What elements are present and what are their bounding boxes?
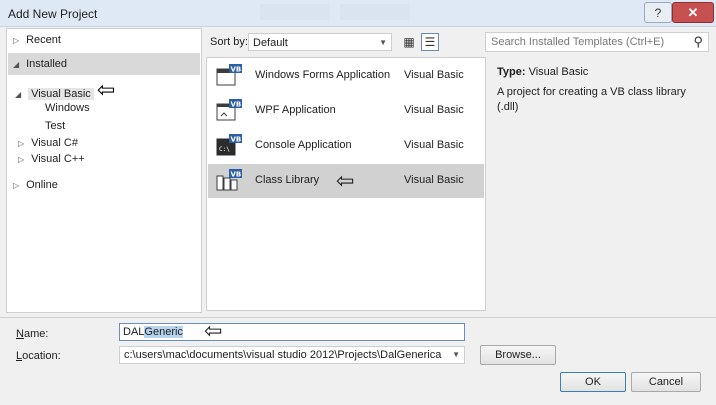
search-icon[interactable]: ⚲ bbox=[693, 33, 703, 51]
svg-text:C:\: C:\ bbox=[219, 146, 230, 153]
sort-by-label: Sort by: bbox=[210, 36, 248, 48]
expand-triangle-icon[interactable]: ▷ bbox=[13, 177, 23, 195]
tree-item-online[interactable]: ▷ Online bbox=[13, 176, 58, 194]
wpf-icon: VB bbox=[216, 99, 242, 121]
collapse-triangle-icon[interactable]: ◢ bbox=[15, 86, 25, 104]
template-item-wpf[interactable]: VB WPF Application Visual Basic bbox=[208, 94, 484, 128]
annotation-arrow-icon: ⇦ bbox=[336, 168, 355, 193]
windows-forms-icon: VB bbox=[216, 64, 242, 86]
type-value: Visual Basic bbox=[528, 66, 589, 78]
template-list: VB Windows Forms Application Visual Basi… bbox=[206, 57, 486, 311]
project-name-input[interactable]: DALGeneric bbox=[119, 323, 465, 341]
list-view-icon[interactable]: ☰ bbox=[421, 33, 439, 51]
template-type: Type: Visual Basic bbox=[497, 66, 588, 78]
template-description: A project for creating a VB class librar… bbox=[497, 86, 686, 113]
background-tab bbox=[340, 4, 410, 20]
search-templates-input[interactable]: Search Installed Templates (Ctrl+E) ⚲ bbox=[485, 32, 709, 52]
type-label: Type: bbox=[497, 66, 526, 78]
tree-label: Visual C# bbox=[31, 137, 78, 149]
search-placeholder: Search Installed Templates (Ctrl+E) bbox=[491, 36, 665, 48]
cancel-button[interactable]: Cancel bbox=[631, 372, 701, 392]
tree-item-installed[interactable]: ◢ Installed bbox=[13, 55, 67, 73]
template-name: WPF Application bbox=[255, 104, 336, 116]
location-value: c:\users\mac\documents\visual studio 201… bbox=[124, 349, 442, 361]
location-combo[interactable]: c:\users\mac\documents\visual studio 201… bbox=[119, 346, 465, 364]
template-name: Class Library bbox=[255, 174, 320, 186]
tree-label: Visual C++ bbox=[31, 153, 85, 165]
collapse-triangle-icon[interactable]: ◢ bbox=[13, 56, 23, 74]
tree-item-windows[interactable]: Windows bbox=[45, 99, 90, 117]
close-button[interactable]: ✕ bbox=[672, 2, 714, 23]
tree-item-test[interactable]: Test bbox=[45, 117, 65, 135]
dropdown-arrow-icon[interactable]: ▼ bbox=[452, 347, 460, 363]
svg-text:VB: VB bbox=[231, 136, 242, 144]
name-text: DAL bbox=[123, 326, 145, 338]
tree-label: Installed bbox=[26, 58, 68, 70]
name-selected-text: Generic bbox=[144, 326, 183, 338]
tree-item-visual-cpp[interactable]: ▷ Visual C++ bbox=[18, 150, 85, 168]
divider bbox=[0, 317, 716, 318]
help-button[interactable]: ? bbox=[644, 2, 672, 23]
expand-triangle-icon[interactable]: ▷ bbox=[18, 151, 28, 169]
svg-text:VB: VB bbox=[231, 66, 242, 74]
template-item-windows-forms[interactable]: VB Windows Forms Application Visual Basi… bbox=[208, 59, 484, 93]
class-library-icon: VB bbox=[216, 169, 242, 191]
location-label: Location: bbox=[16, 350, 61, 362]
template-item-class-library[interactable]: VB Class Library ⇦ Visual Basic bbox=[208, 164, 484, 198]
window-title: Add New Project bbox=[8, 7, 98, 21]
annotation-arrow-icon: ⇦ bbox=[204, 318, 223, 343]
template-language: Visual Basic bbox=[404, 104, 464, 116]
tree-item-visual-basic[interactable]: ◢ Visual Basic ⇦ bbox=[15, 79, 115, 101]
template-language: Visual Basic bbox=[404, 139, 464, 151]
template-tree: ▷ Recent ◢ Installed ◢ Visual Basic ⇦ Wi… bbox=[6, 28, 202, 313]
console-icon: C:\ VB bbox=[216, 134, 242, 156]
template-name: Windows Forms Application bbox=[255, 69, 391, 81]
template-language: Visual Basic bbox=[404, 69, 464, 81]
template-language: Visual Basic bbox=[404, 174, 464, 186]
svg-text:VB: VB bbox=[231, 101, 242, 109]
sort-by-value: Default bbox=[253, 37, 288, 49]
expand-triangle-icon[interactable]: ▷ bbox=[13, 32, 23, 50]
name-label: Name: bbox=[16, 328, 49, 340]
small-icons-view-icon[interactable]: ▦ bbox=[400, 33, 418, 51]
template-item-console[interactable]: C:\ VB Console Application Visual Basic bbox=[208, 129, 484, 163]
background-tab bbox=[260, 4, 330, 20]
dropdown-arrow-icon: ▼ bbox=[379, 38, 387, 47]
annotation-arrow-icon: ⇦ bbox=[96, 77, 116, 102]
tree-label: Recent bbox=[26, 34, 61, 46]
tree-label: Online bbox=[26, 179, 58, 191]
tree-item-recent[interactable]: ▷ Recent bbox=[13, 31, 61, 49]
browse-button[interactable]: Browse... bbox=[480, 345, 556, 365]
sort-by-select[interactable]: Default ▼ bbox=[248, 33, 392, 51]
template-name: Console Application bbox=[255, 139, 352, 151]
ok-button[interactable]: OK bbox=[560, 372, 626, 392]
svg-text:VB: VB bbox=[231, 171, 242, 179]
